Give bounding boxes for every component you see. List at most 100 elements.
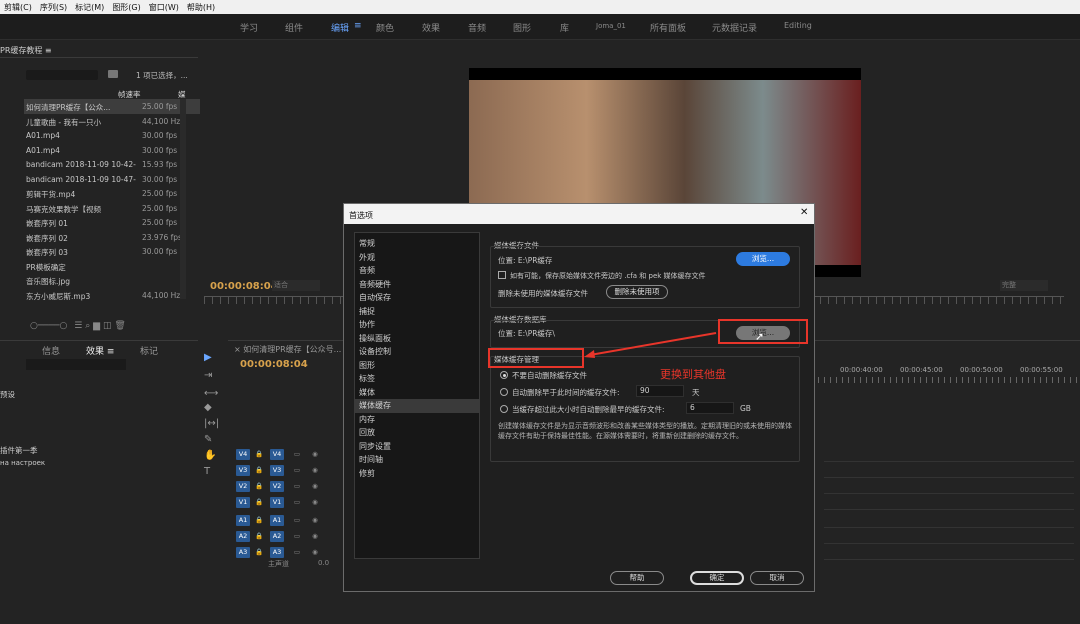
source-patch[interactable]: A3 (236, 547, 250, 558)
slider-icon[interactable]: ○────○ (30, 321, 67, 331)
track-target[interactable]: V4 (270, 449, 284, 460)
tab-info[interactable]: 信息 (42, 344, 60, 357)
track-target[interactable]: A1 (270, 515, 284, 526)
project-list-item[interactable]: 嵌套序列 03 30.00 fps (24, 244, 204, 259)
source-patch[interactable]: V1 (236, 497, 250, 508)
lock-icon[interactable]: 🔒 (252, 531, 266, 542)
workspace-learn[interactable]: 学习 (240, 21, 258, 34)
track-target[interactable]: A2 (270, 531, 284, 542)
project-list-item[interactable]: 马赛克效果教学【视频 25.00 fps (24, 201, 204, 216)
lock-icon[interactable]: 🔒 (252, 449, 266, 460)
source-patch[interactable]: V4 (236, 449, 250, 460)
project-list-item[interactable]: bandicam 2018-11-09 10-47- 30.00 fps (24, 172, 204, 187)
list-view-icon[interactable]: ☰ (74, 321, 82, 331)
save-beside-checkbox[interactable] (498, 271, 506, 279)
category-item[interactable]: 时间轴 (355, 453, 479, 467)
program-timecode[interactable]: 00:00:08:04 (210, 281, 278, 292)
workspace-editing[interactable]: 编辑 (331, 21, 349, 34)
lock-icon[interactable]: 🔒 (252, 465, 266, 476)
ok-button[interactable]: 确定 (690, 571, 744, 585)
menu-help[interactable]: 帮助(H) (183, 2, 219, 13)
project-list-item[interactable]: A01.mp4 30.00 fps (24, 128, 204, 143)
sync-lock-icon[interactable]: ▭ (290, 465, 304, 476)
sync-lock-icon[interactable]: ▭ (290, 515, 304, 526)
tab-effects[interactable]: 效果 ≡ (86, 344, 114, 357)
new-item-icon[interactable]: ◫ (103, 321, 112, 331)
project-list-item[interactable]: A01.mp4 30.00 fps (24, 143, 204, 158)
workspace-graphics[interactable]: 图形 (513, 21, 531, 34)
workspace-joma[interactable]: Joma_01 (596, 22, 626, 30)
help-button[interactable]: 帮助 (610, 571, 664, 585)
project-list-item[interactable]: 儿童歌曲 - 我有一只小 44,100 Hz (24, 114, 204, 129)
delete-unused-button[interactable]: 删除未使用项 (606, 285, 668, 299)
project-list-item[interactable]: 音乐图标.jpg (24, 273, 204, 288)
sync-lock-icon[interactable]: ▭ (290, 481, 304, 492)
close-icon[interactable]: ✕ (800, 207, 808, 218)
workspace-all-panels[interactable]: 所有面板 (650, 21, 686, 34)
track-target[interactable]: V3 (270, 465, 284, 476)
workspace-editing-en[interactable]: Editing (784, 21, 812, 30)
lock-icon[interactable]: 🔒 (252, 547, 266, 558)
workspace-metadata[interactable]: 元数据记录 (712, 21, 757, 34)
eye-icon[interactable]: ◉ (308, 497, 322, 508)
radio-delete-older[interactable] (500, 388, 508, 396)
menu-graphics[interactable]: 图形(G) (108, 2, 144, 13)
track-target[interactable]: A3 (270, 547, 284, 558)
workspace-color[interactable]: 颜色 (376, 21, 394, 34)
cancel-button[interactable]: 取消 (750, 571, 804, 585)
quality-dropdown[interactable]: 完整 (1000, 280, 1048, 291)
menu-window[interactable]: 窗口(W) (145, 2, 183, 13)
source-patch[interactable]: V2 (236, 481, 250, 492)
source-patch[interactable]: V3 (236, 465, 250, 476)
lock-icon[interactable]: 🔒 (252, 497, 266, 508)
project-list-item[interactable]: 如何清理PR缓存【公众... 25.00 fps (24, 99, 204, 114)
timeline-timecode[interactable]: 00:00:08:04 (240, 359, 308, 370)
eye-icon[interactable]: ◉ (308, 449, 322, 460)
ripple-edit-icon[interactable]: ⟷ (204, 388, 218, 399)
radio-delete-size[interactable] (500, 405, 508, 413)
sync-lock-icon[interactable]: ▭ (290, 531, 304, 542)
effects-folder-ru[interactable]: на настроек (0, 459, 45, 467)
sync-lock-icon[interactable]: ▭ (290, 547, 304, 558)
project-list-item[interactable]: PR模板确定 (24, 259, 204, 274)
category-item[interactable]: 图形 (355, 359, 479, 373)
trash-icon[interactable]: 🗑 (114, 321, 125, 331)
category-item[interactable]: 捕捉 (355, 305, 479, 319)
lock-icon[interactable]: 🔒 (252, 481, 266, 492)
workspace-assembly[interactable]: 组件 (285, 21, 303, 34)
track-target[interactable]: V1 (270, 497, 284, 508)
category-item[interactable]: 媒体缓存 (355, 399, 479, 413)
project-search-input[interactable] (26, 70, 98, 80)
razor-icon[interactable]: ◆ (204, 402, 212, 413)
fit-dropdown[interactable]: 适合 (272, 280, 320, 291)
eye-icon[interactable]: ◉ (308, 531, 322, 542)
size-input[interactable]: 6 (686, 402, 734, 414)
cache-files-browse-button[interactable]: 浏览... (736, 252, 790, 266)
track-select-icon[interactable]: ⇥ (204, 370, 212, 381)
eye-icon[interactable]: ◉ (308, 465, 322, 476)
project-list-item[interactable]: 剪辑干货.mp4 25.00 fps (24, 186, 204, 201)
type-icon[interactable]: T (204, 466, 210, 477)
tab-markers[interactable]: 标记 (140, 344, 158, 357)
effects-folder-plugin[interactable]: 插件第一季 (0, 445, 38, 456)
effects-search-input[interactable] (26, 359, 126, 370)
workspace-effects[interactable]: 效果 (422, 21, 440, 34)
category-item[interactable]: 同步设置 (355, 440, 479, 454)
workspace-audio[interactable]: 音频 (468, 21, 486, 34)
menu-clip[interactable]: 剪辑(C) (0, 2, 36, 13)
lock-icon[interactable]: 🔒 (252, 515, 266, 526)
source-patch[interactable]: A1 (236, 515, 250, 526)
project-list-item[interactable]: 嵌套序列 02 23.976 fps (24, 230, 204, 245)
menu-marker[interactable]: 标记(M) (71, 2, 108, 13)
workspace-library[interactable]: 库 (560, 21, 569, 34)
menu-sequence[interactable]: 序列(S) (36, 2, 71, 13)
category-item[interactable]: 内存 (355, 413, 479, 427)
category-item[interactable]: 操纵面板 (355, 332, 479, 346)
track-target[interactable]: V2 (270, 481, 284, 492)
category-item[interactable]: 媒体 (355, 386, 479, 400)
eye-icon[interactable]: ◉ (308, 515, 322, 526)
effects-presets[interactable]: 预设 (0, 389, 15, 400)
project-list-item[interactable]: bandicam 2018-11-09 10-42- 15.93 fps (24, 157, 204, 172)
category-item[interactable]: 修剪 (355, 467, 479, 481)
pen-icon[interactable]: ✎ (204, 434, 212, 445)
